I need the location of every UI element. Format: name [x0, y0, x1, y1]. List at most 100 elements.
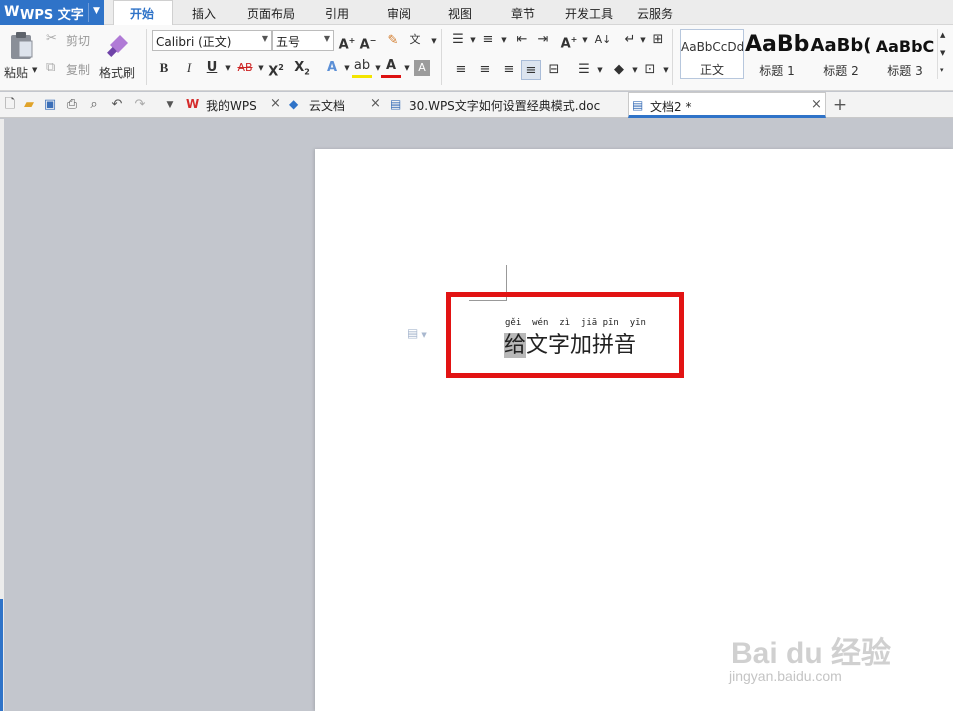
copy-button[interactable]: ⧉ 复制	[46, 60, 96, 78]
superscript-icon[interactable]: X2	[266, 58, 286, 79]
style-label: 标题 2	[823, 64, 859, 78]
styles-scroll[interactable]: ▲ ▼ ▾	[937, 29, 949, 79]
close-icon[interactable]: ×	[370, 96, 381, 111]
clear-format-icon[interactable]: ✎	[383, 31, 403, 51]
paragraph-layout-icon[interactable]: ▤ ▼	[407, 326, 433, 342]
chevron-up-icon[interactable]: ▲	[940, 31, 945, 39]
ribbon-toolbar: 粘贴 ▼ ✂ 剪切 ⧉ 复制 格式刷 Calibri (正文) ▼ 五号 ▼ A…	[0, 25, 953, 91]
style-sample: AaBbC	[875, 37, 935, 56]
close-icon[interactable]: ×	[270, 96, 281, 111]
align-right-icon[interactable]: ≡	[499, 60, 519, 80]
document-tab-bar: 🗋 ▰ ▣ ⎙ ⌕ ↶ ↷ ▼ W 我的WPS × ◆ 云文档 × ▤ 30.W…	[0, 92, 953, 118]
style-normal[interactable]: AaBbCcDd 正文	[680, 29, 744, 79]
doc-tab[interactable]: W 我的WPS ×	[184, 92, 284, 118]
open-folder-icon[interactable]: ▰	[21, 97, 37, 113]
shrink-font-icon[interactable]: A−	[358, 31, 378, 52]
tab-review[interactable]: 审阅	[387, 5, 411, 22]
chevron-down-icon[interactable]: ▼	[575, 30, 595, 50]
chevron-down-icon[interactable]: ▼	[162, 97, 178, 113]
style-label: 标题 3	[887, 64, 923, 78]
undo-icon[interactable]: ↶	[109, 97, 125, 113]
bold-icon[interactable]: B	[154, 58, 174, 78]
document-icon: ▤	[390, 97, 402, 111]
tab-page-layout[interactable]: 页面布局	[247, 5, 295, 22]
italic-icon[interactable]: I	[179, 58, 199, 78]
grow-font-icon[interactable]: A+	[337, 31, 357, 52]
align-center-icon[interactable]: ≡	[475, 60, 495, 80]
doc-tab-active[interactable]: ▤ 文档2 * ×	[628, 92, 826, 118]
chevron-down-icon: ▼	[261, 34, 268, 43]
app-title: WPS 文字	[20, 8, 84, 23]
wps-logo-icon: W	[186, 97, 200, 111]
selected-character[interactable]: 给	[504, 333, 527, 358]
font-name-value: Calibri (正文)	[156, 35, 232, 49]
tab-home-label: 开始	[130, 7, 155, 21]
ribbon-divider	[441, 29, 442, 85]
paste-button[interactable]: 粘贴 ▼	[4, 29, 42, 85]
chevron-down-icon[interactable]: ▼	[656, 60, 676, 80]
paste-label: 粘贴	[4, 66, 29, 80]
paste-dropdown-icon[interactable]: ▼	[32, 66, 37, 74]
print-preview-icon[interactable]: ⌕	[86, 97, 102, 113]
chevron-down-icon[interactable]: ▼	[93, 6, 100, 16]
tab-insert[interactable]: 插入	[192, 5, 216, 22]
tab-developer[interactable]: 开发工具	[565, 5, 613, 22]
style-label: 标题 1	[759, 64, 795, 78]
new-document-icon[interactable]: 🗋	[2, 97, 18, 113]
scissors-icon: ✂	[46, 31, 57, 46]
app-menu-button[interactable]: W WPS 文字 ▼	[0, 0, 104, 25]
tab-view[interactable]: 视图	[448, 5, 472, 22]
close-icon[interactable]: ×	[811, 97, 822, 112]
format-painter-button[interactable]: 格式刷	[96, 29, 140, 85]
font-size-value: 五号	[276, 35, 301, 49]
style-sample: AaBb(	[810, 35, 872, 56]
distributed-align-icon[interactable]: ⊟	[544, 60, 564, 80]
style-heading-1[interactable]: AaBb 标题 1	[745, 29, 809, 79]
chevron-down-icon[interactable]: ▼	[494, 30, 514, 50]
more-styles-icon[interactable]: ▾	[940, 66, 944, 74]
chevron-down-icon: ▼	[323, 34, 330, 43]
left-sidebar-accent	[0, 599, 3, 711]
baidu-jingyan-watermark: Bai du 经验 jingyan.baidu.com	[727, 622, 927, 702]
decrease-indent-icon[interactable]: ⇤	[512, 30, 532, 50]
doc-tab-title: 云文档	[309, 99, 346, 113]
new-tab-icon[interactable]: +	[832, 97, 848, 114]
doc-tab[interactable]: ◆ 云文档 ×	[287, 92, 383, 118]
doc-tab-title: 30.WPS文字如何设置经典模式.doc	[409, 99, 601, 113]
align-left-icon[interactable]: ≡	[451, 60, 471, 80]
font-size-select[interactable]: 五号 ▼	[272, 30, 334, 51]
align-justify-icon[interactable]: ≡	[521, 60, 541, 80]
char-shading-icon[interactable]: A	[414, 60, 430, 76]
tab-cloud-service[interactable]: 云服务	[637, 5, 673, 22]
table-grid-icon[interactable]: ⊞	[648, 30, 668, 50]
cut-button[interactable]: ✂ 剪切	[46, 31, 96, 49]
document-text[interactable]: 给文字加拼音	[504, 327, 636, 359]
cloud-cube-icon: ◆	[289, 97, 299, 111]
format-painter-label: 格式刷	[99, 66, 136, 80]
redo-icon[interactable]: ↷	[132, 97, 148, 113]
tab-references[interactable]: 引用	[325, 5, 349, 22]
doc-tab[interactable]: ▤ 30.WPS文字如何设置经典模式.doc	[388, 92, 626, 118]
document-text-rest[interactable]: 文字加拼音	[526, 333, 636, 358]
copy-icon: ⧉	[46, 60, 56, 75]
ribbon-divider	[146, 29, 147, 85]
style-heading-2[interactable]: AaBb( 标题 2	[809, 29, 873, 79]
tab-home[interactable]: 开始	[113, 0, 173, 25]
doc-tab-title: 我的WPS	[206, 99, 257, 113]
menu-bar: W WPS 文字 ▼ 开始 插入 页面布局 引用 审阅 视图 章节 开发工具 云…	[0, 0, 953, 25]
tab-section[interactable]: 章节	[511, 5, 535, 22]
chevron-down-icon[interactable]: ▼	[940, 49, 945, 57]
save-icon[interactable]: ▣	[42, 97, 58, 113]
style-sample: AaBbCcDd	[681, 40, 743, 54]
phonetic-guide-icon[interactable]: 文	[405, 30, 425, 50]
font-name-select[interactable]: Calibri (正文) ▼	[152, 30, 272, 51]
copy-label: 复制	[66, 63, 91, 77]
chevron-down-icon[interactable]: ▼	[590, 60, 610, 80]
subscript-icon[interactable]: X2	[292, 58, 312, 78]
style-heading-3[interactable]: AaBbC 标题 3	[873, 29, 937, 79]
increase-indent-icon[interactable]: ⇥	[533, 30, 553, 50]
sort-icon[interactable]: A↓	[593, 30, 613, 50]
wps-logo-icon: W	[4, 4, 20, 20]
app-button-divider	[88, 3, 89, 22]
print-icon[interactable]: ⎙	[64, 97, 80, 113]
